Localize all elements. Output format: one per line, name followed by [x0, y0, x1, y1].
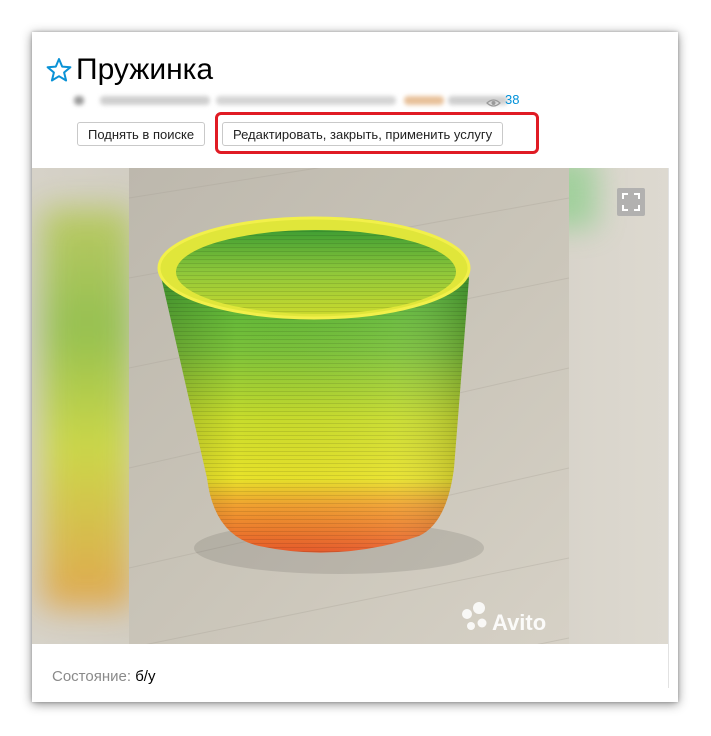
edit-close-apply-service-button[interactable]: Редактировать, закрыть, применить услугу — [222, 122, 504, 146]
raise-in-search-button[interactable]: Поднять в поиске — [77, 122, 206, 146]
page-title: Пружинка — [76, 53, 214, 86]
listing-card: Пружинка 38 Поднять в поиске Редактирова… — [32, 32, 678, 702]
eye-icon — [486, 95, 501, 107]
fullscreen-button[interactable] — [617, 188, 645, 216]
listing-photo[interactable]: Avito — [129, 168, 569, 644]
fullscreen-icon — [622, 193, 640, 211]
views-count[interactable]: 38 — [505, 92, 519, 107]
listing-meta-obscured — [74, 92, 524, 108]
title-row: Пружинка — [46, 52, 213, 88]
divider — [668, 168, 669, 688]
condition-value: б/у — [135, 668, 156, 685]
condition-row: Состояние: б/у — [52, 668, 155, 685]
views-counter: 38 — [486, 92, 519, 107]
condition-label: Состояние: — [52, 668, 132, 685]
photo-gallery[interactable]: Avito — [32, 168, 668, 644]
star-icon[interactable] — [46, 57, 72, 83]
avito-watermark: Avito — [492, 610, 546, 635]
